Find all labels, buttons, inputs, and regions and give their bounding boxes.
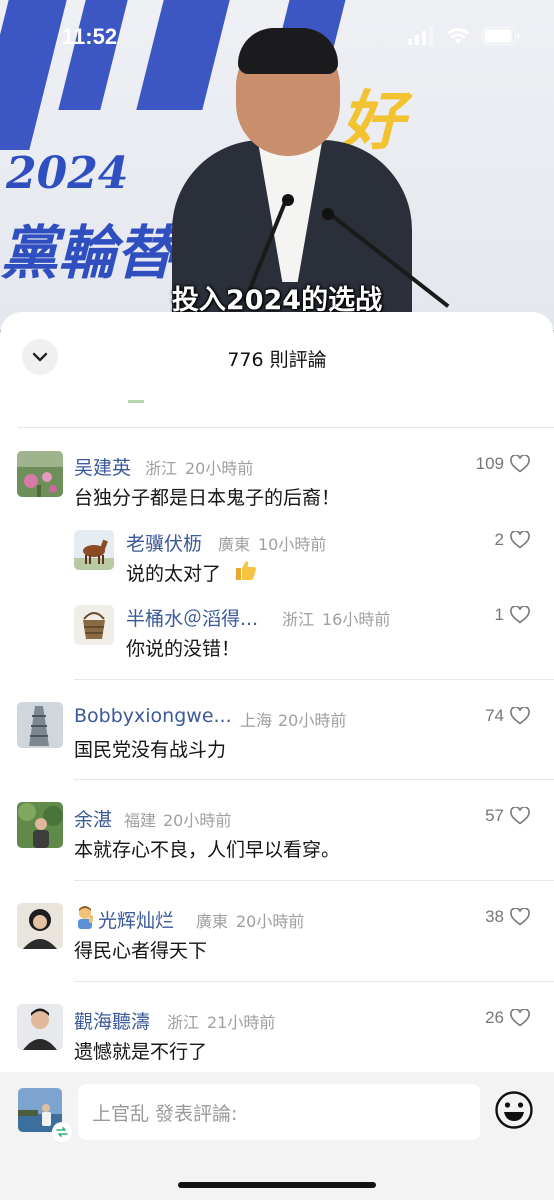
swap-icon: [56, 1127, 68, 1137]
comment-time: 20小時前: [163, 811, 232, 830]
comment-sheet: 776 則評論 吴建英 浙江 20小時前 台独分子都是日本鬼子的后裔！ 109: [0, 312, 554, 1200]
switch-identity-button[interactable]: [52, 1122, 72, 1142]
home-indicator: [178, 1182, 376, 1188]
like-count: 2: [494, 530, 504, 549]
comment-time: 20小時前: [185, 459, 254, 478]
like-button[interactable]: 26: [485, 1008, 530, 1028]
comment-time: 20小時前: [236, 912, 305, 931]
divider: [74, 679, 554, 680]
comment-time: 16小時前: [322, 610, 391, 629]
divider: [74, 779, 554, 780]
comment-author[interactable]: 老骥伏枥: [126, 529, 202, 556]
avatar[interactable]: [17, 702, 63, 748]
comment-item[interactable]: 吴建英 浙江 20小時前 台独分子都是日本鬼子的后裔！ 109: [0, 450, 554, 520]
avatar[interactable]: [17, 451, 63, 497]
heart-icon: [510, 455, 530, 473]
like-button[interactable]: 109: [476, 454, 530, 474]
comment-author[interactable]: 吴建英: [74, 453, 131, 480]
comment-item[interactable]: 觀海聽濤 浙江 21小時前 遗憾就是不行了 26: [0, 1004, 554, 1064]
like-button[interactable]: 74: [485, 706, 530, 726]
comment-time: 21小時前: [207, 1013, 276, 1032]
thumbs-up-icon: [234, 558, 258, 582]
avatar[interactable]: [74, 605, 114, 645]
like-button[interactable]: 57: [485, 806, 530, 826]
comment-input[interactable]: 上官乱 發表評論:: [78, 1084, 480, 1140]
avatar[interactable]: [17, 802, 63, 848]
comment-location: 福建: [124, 811, 157, 830]
emoji-button[interactable]: [494, 1090, 534, 1130]
heart-icon: [510, 1009, 530, 1027]
like-button[interactable]: 2: [495, 530, 530, 550]
smiley-icon: [495, 1091, 533, 1129]
comment-time: 10小時前: [258, 535, 327, 554]
microphone-left-head: [282, 194, 294, 206]
heart-icon: [510, 908, 530, 926]
avatar[interactable]: [17, 1004, 63, 1050]
like-count: 38: [485, 907, 504, 926]
divider: [74, 880, 554, 881]
comment-text: 遗憾就是不行了: [74, 1041, 208, 1063]
status-time: 11:52: [62, 24, 118, 49]
reply-item[interactable]: 老骥伏枥 廣東 10小時前 说的太对了 2: [0, 528, 554, 588]
comment-location: 上海: [240, 711, 273, 730]
comment-author[interactable]: Bobbyxiongwe...: [74, 705, 232, 727]
like-button[interactable]: 38: [485, 907, 530, 927]
person-emoji-icon: [74, 905, 96, 929]
comment-text: 台独分子都是日本鬼子的后裔！: [74, 487, 341, 509]
signal-icon: [408, 27, 433, 45]
comment-location: 浙江: [282, 610, 315, 629]
wifi-icon: [446, 28, 470, 44]
comment-text: 本就存心不良，人们早以看穿。: [74, 839, 341, 861]
comment-count-title: 776 則評論: [227, 349, 327, 371]
comment-item[interactable]: 光辉灿烂 廣東 20小時前 得民心者得天下 38: [0, 903, 554, 973]
partial-comment-fragment: [128, 400, 144, 403]
divider: [18, 427, 554, 428]
like-count: 109: [475, 454, 504, 473]
battery-icon: [482, 27, 520, 45]
comment-text: 得民心者得天下: [74, 940, 208, 962]
comment-author[interactable]: 余湛: [74, 805, 112, 832]
status-icons: [408, 27, 520, 45]
comment-text: 国民党没有战斗力: [74, 739, 227, 761]
status-bar: 11:52: [0, 0, 554, 72]
microphone-right-head: [322, 208, 334, 220]
comment-input-bar: 上官乱 發表評論:: [0, 1072, 554, 1200]
backdrop-year: 2024: [6, 148, 129, 199]
heart-icon: [510, 531, 530, 549]
avatar[interactable]: [17, 903, 63, 949]
heart-icon: [510, 606, 530, 624]
comment-text: 说的太对了: [126, 563, 222, 585]
heart-icon: [510, 707, 530, 725]
avatar[interactable]: [74, 530, 114, 570]
comment-text: 你说的没错！: [126, 638, 241, 660]
like-button[interactable]: 1: [495, 605, 530, 625]
reply-item[interactable]: 半桶水＠滔得... 浙江 16小時前 你说的没错！ 1: [0, 603, 554, 663]
sheet-header: 776 則評論: [0, 312, 554, 403]
comment-author[interactable]: 半桶水＠滔得...: [126, 604, 258, 631]
heart-icon: [510, 807, 530, 825]
comment-item[interactable]: 余湛 福建 20小時前 本就存心不良，人们早以看穿。 57: [0, 802, 554, 872]
like-count: 57: [485, 806, 504, 825]
comment-location: 廣東: [196, 912, 229, 931]
comment-item[interactable]: Bobbyxiongwe... 上海 20小時前 国民党没有战斗力 74: [0, 702, 554, 772]
comment-location: 浙江: [145, 459, 178, 478]
like-count: 26: [485, 1008, 504, 1027]
like-count: 74: [485, 706, 504, 725]
divider: [74, 981, 554, 982]
comment-input-placeholder: 上官乱 發表評論:: [92, 1102, 238, 1125]
comment-author[interactable]: 光辉灿烂: [98, 906, 174, 933]
comment-location: 浙江: [167, 1013, 200, 1032]
comment-author[interactable]: 觀海聽濤: [74, 1007, 150, 1034]
like-count: 1: [494, 605, 504, 624]
comment-location: 廣東: [218, 535, 251, 554]
comment-time: 20小時前: [278, 711, 347, 730]
